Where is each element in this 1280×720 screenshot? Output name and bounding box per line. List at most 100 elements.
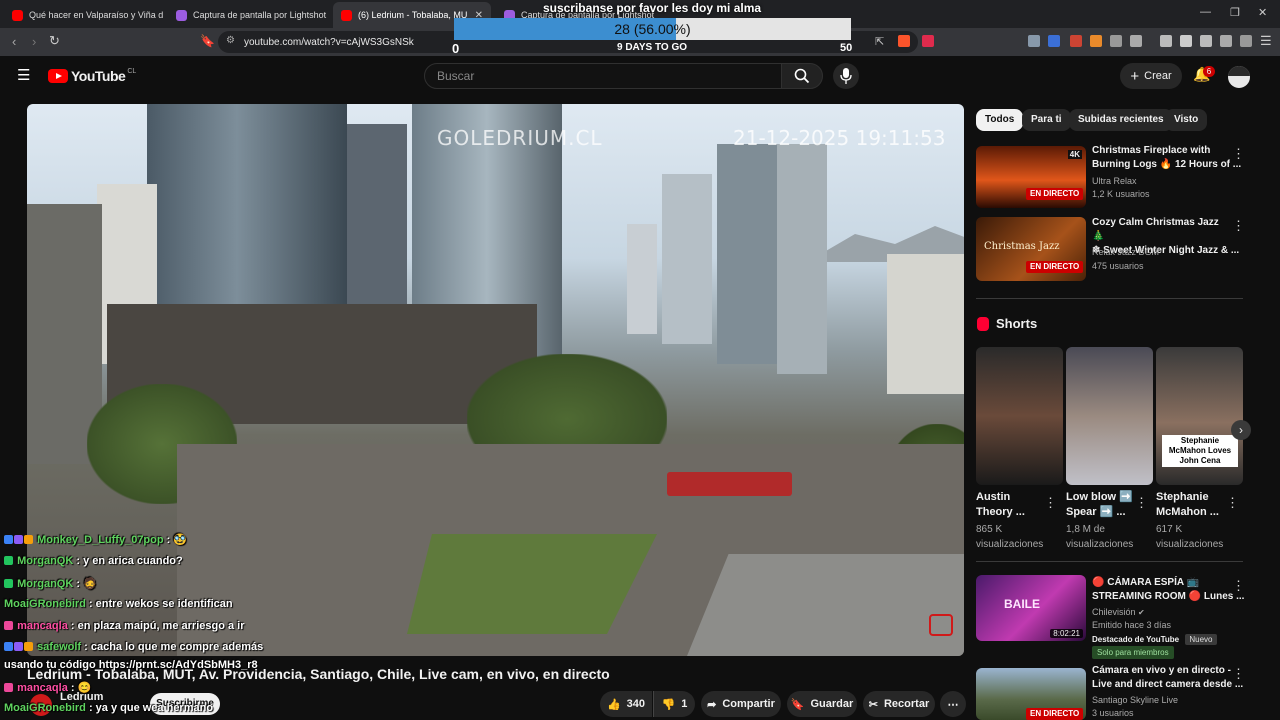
thumbnail-text: BAILE [1004,597,1040,611]
more-options-icon[interactable]: ⋮ [1232,578,1245,594]
maximize-icon[interactable]: ❐ [1230,6,1240,19]
share-label: Compartir [722,698,775,710]
chip-all[interactable]: Todos [976,109,1024,131]
lightshot-favicon-icon [176,9,187,21]
extension-icon[interactable] [1110,35,1122,47]
chat-username: MoaiGRonebird [4,702,86,714]
chat-badge-icon [4,683,13,692]
chat-message: MorganQK : y en arica cuando? [4,555,183,567]
chat-sep: : [73,555,84,567]
like-button[interactable]: 👍 340 [600,691,652,717]
video-title-link[interactable]: Cámara en vivo y en directo - Live and d… [1092,664,1244,692]
extension-icon[interactable] [1090,35,1102,47]
clip-button[interactable]: ✂ Recortar [863,691,935,717]
video-title-link[interactable]: Christmas Fireplace with Burning Logs 🔥 … [1092,144,1241,172]
chip-recent-uploads[interactable]: Subidas recientes [1069,109,1173,131]
media-icon[interactable] [1160,35,1172,47]
chat-message: safewolf : cacha lo que me compre además [4,641,263,653]
chat-sep: : [73,578,84,590]
brave-shield-icon[interactable] [898,35,910,47]
shorts-heading: Shorts [996,316,1038,331]
menu-icon[interactable]: ☰ [1260,33,1272,49]
more-actions-button[interactable]: ⋯ [940,691,966,717]
leo-ai-icon[interactable] [1220,35,1232,47]
extension-icon[interactable] [1048,35,1060,47]
voice-search-button[interactable] [833,63,859,89]
site-info-icon[interactable]: ⚙ [226,35,235,46]
video-thumbnail[interactable]: 4K EN DIRECTO [976,146,1086,208]
chat-username: mancaqla [17,682,68,694]
short-thumbnail[interactable]: Stephanie McMahon Loves John Cena [1156,347,1243,485]
goal-title: suscribanse por favor les doy mi alma [542,1,762,15]
browser-tab[interactable]: Qué hacer en Valparaíso y Viña d [4,2,164,28]
shorts-next-button[interactable]: › [1231,420,1251,440]
short-title[interactable]: Low blow ➡️ Spear ➡️ ... [1066,490,1133,520]
more-options-icon[interactable]: ⋮ [1226,495,1239,511]
reload-icon[interactable]: ↻ [49,33,60,49]
youtube-play-icon [48,69,68,83]
video-thumbnail[interactable]: EN DIRECTO [976,668,1086,720]
chat-username: safewolf [37,641,82,653]
video-player[interactable]: GOLEDRIUM.CL 21-12-2025 19:11:53 [27,104,964,656]
short-title[interactable]: Stephanie McMahon ... [1156,490,1219,520]
chat-message: MoaiGRonebird : entre wekos se identific… [4,598,233,610]
share-button[interactable]: ➦ Compartir [701,691,781,717]
avatar[interactable] [1228,66,1250,88]
video-thumbnail[interactable]: Christmas Jazz EN DIRECTO [976,217,1086,281]
channel-name[interactable]: Santiago Skyline Live [1092,694,1178,707]
video-title-link[interactable]: 🔴 CÁMARA ESPÍA 📺 STREAMING ROOM 🔴 Lunes … [1092,576,1244,604]
forward-icon[interactable]: › [32,34,36,49]
more-options-icon[interactable]: ⋮ [1232,218,1245,234]
sidebar-icon[interactable] [1180,35,1192,47]
more-options-icon[interactable]: ⋮ [1044,495,1057,511]
building-shape [777,144,827,374]
bookmark-icon[interactable]: 🔖 [200,34,215,48]
more-options-icon[interactable]: ⋮ [1232,146,1245,162]
channel-text: Chilevisión [1092,607,1136,617]
guide-menu-icon[interactable]: ☰ [17,66,30,84]
chat-text: 🥸 [173,534,188,546]
chat-badge-icon [24,642,33,651]
save-button[interactable]: 🔖 Guardar [787,691,857,717]
chip-for-you[interactable]: Para ti [1022,109,1071,131]
extension-icon[interactable] [1070,35,1082,47]
minimize-icon[interactable]: — [1200,6,1211,18]
wallet-icon[interactable] [1200,35,1212,47]
short-thumbnail[interactable] [976,347,1063,485]
featured-label: Destacado de YouTube Nuevo [1092,633,1217,646]
chip-watched[interactable]: Visto [1165,109,1208,131]
more-options-icon[interactable]: ⋮ [1232,666,1245,682]
search-input[interactable]: Buscar [424,63,782,89]
chat-text: en plaza maipú, me arriesgo a ir [77,620,245,632]
short-views: 1,8 M de visualizaciones [1066,522,1133,552]
close-window-icon[interactable]: ✕ [1258,6,1267,19]
translate-icon[interactable] [1028,35,1040,47]
channel-name[interactable]: Ultra Relax [1092,175,1137,188]
vpn-icon[interactable] [1240,35,1252,47]
search-button[interactable] [781,63,823,89]
create-button[interactable]: + Crear [1120,63,1182,89]
chat-badge-icon [4,535,13,544]
title-line: Spear ➡️ ... [1066,506,1126,518]
tab-label: Qué hacer en Valparaíso y Viña d [29,10,164,20]
short-title[interactable]: Austin Theory ... [976,490,1025,520]
dislike-button[interactable]: 👎 1 [653,691,695,717]
short-thumbnail[interactable] [1066,347,1153,485]
chat-badge-icon [4,642,13,651]
channel-name[interactable]: Chilevisión ✔ [1092,606,1145,619]
chat-sep: : [81,641,91,653]
brave-rewards-icon[interactable] [922,35,934,47]
title-line: Live and direct camera desde ... [1092,679,1244,690]
chat-badge-icon [14,642,23,651]
video-thumbnail[interactable]: BAILE 8:02:21 [976,575,1086,641]
extension-icon[interactable] [1130,35,1142,47]
title-line: McMahon ... [1156,506,1219,518]
share-icon[interactable]: ⇱ [875,35,884,48]
channel-name[interactable]: Relax Jazz BGM [1092,246,1159,259]
more-options-icon[interactable]: ⋮ [1135,495,1148,511]
youtube-logo[interactable]: YouTube CL [48,68,136,84]
youtube-favicon-icon [12,9,23,21]
building-shape [662,174,712,344]
browser-tab[interactable]: Captura de pantalla por Lightshot [168,2,330,28]
back-icon[interactable]: ‹ [12,34,16,49]
